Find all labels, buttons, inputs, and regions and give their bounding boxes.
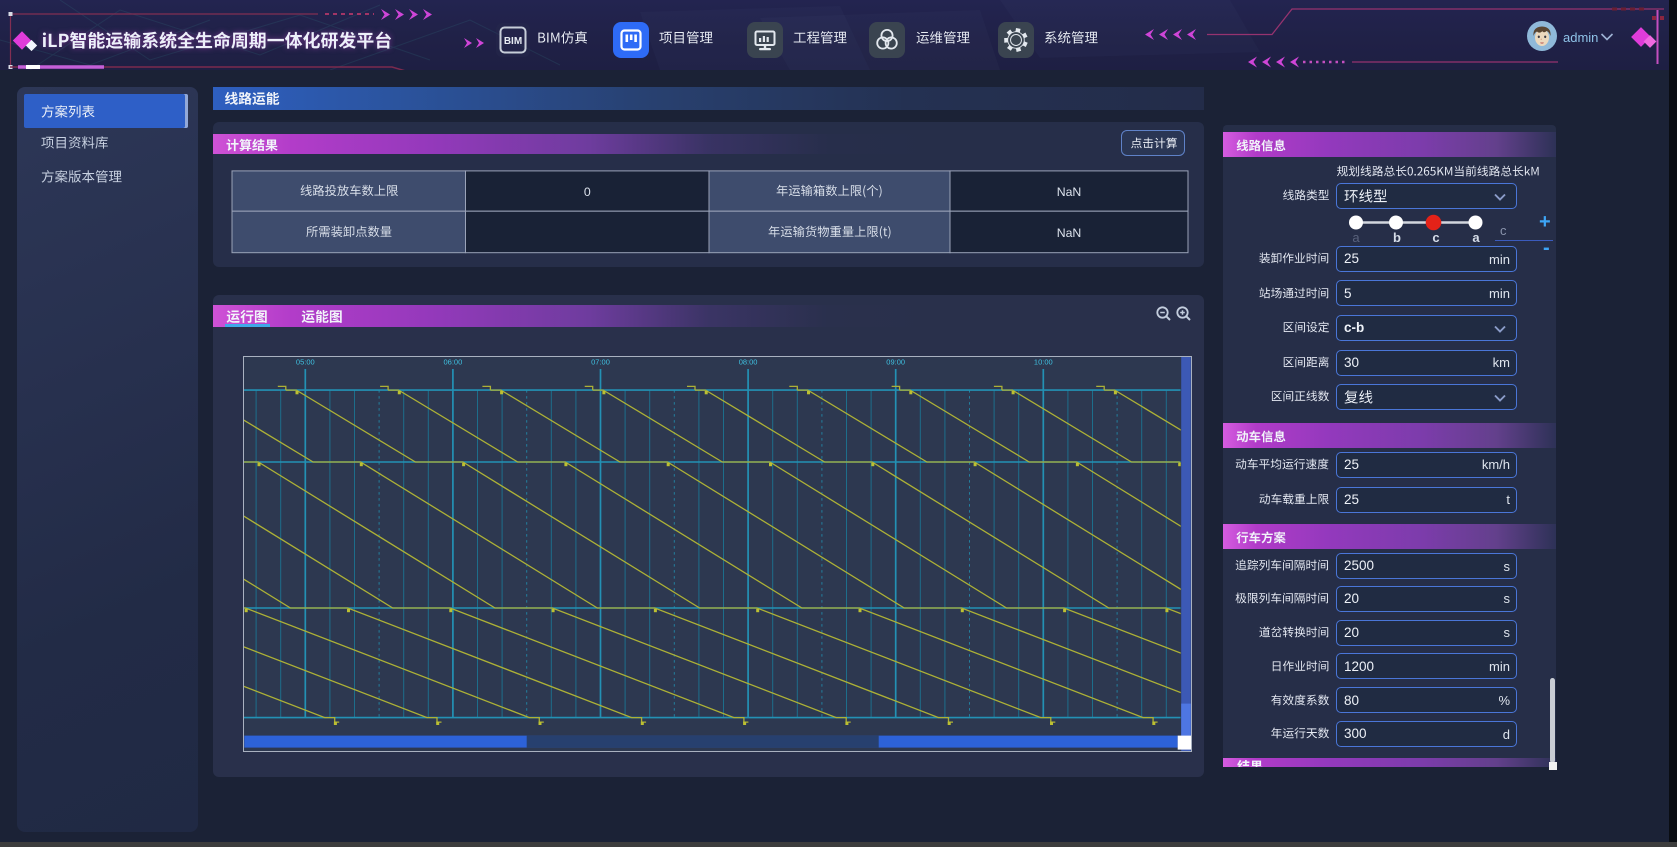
svg-text:08:00: 08:00 <box>739 358 758 367</box>
svg-text:06:00: 06:00 <box>444 358 463 367</box>
svg-text:09:00: 09:00 <box>886 358 905 367</box>
svg-text:07:00: 07:00 <box>591 358 610 367</box>
svg-text:10:00: 10:00 <box>1034 358 1053 367</box>
svg-text:BIM: BIM <box>504 36 522 47</box>
svg-text:05:00: 05:00 <box>296 358 315 367</box>
